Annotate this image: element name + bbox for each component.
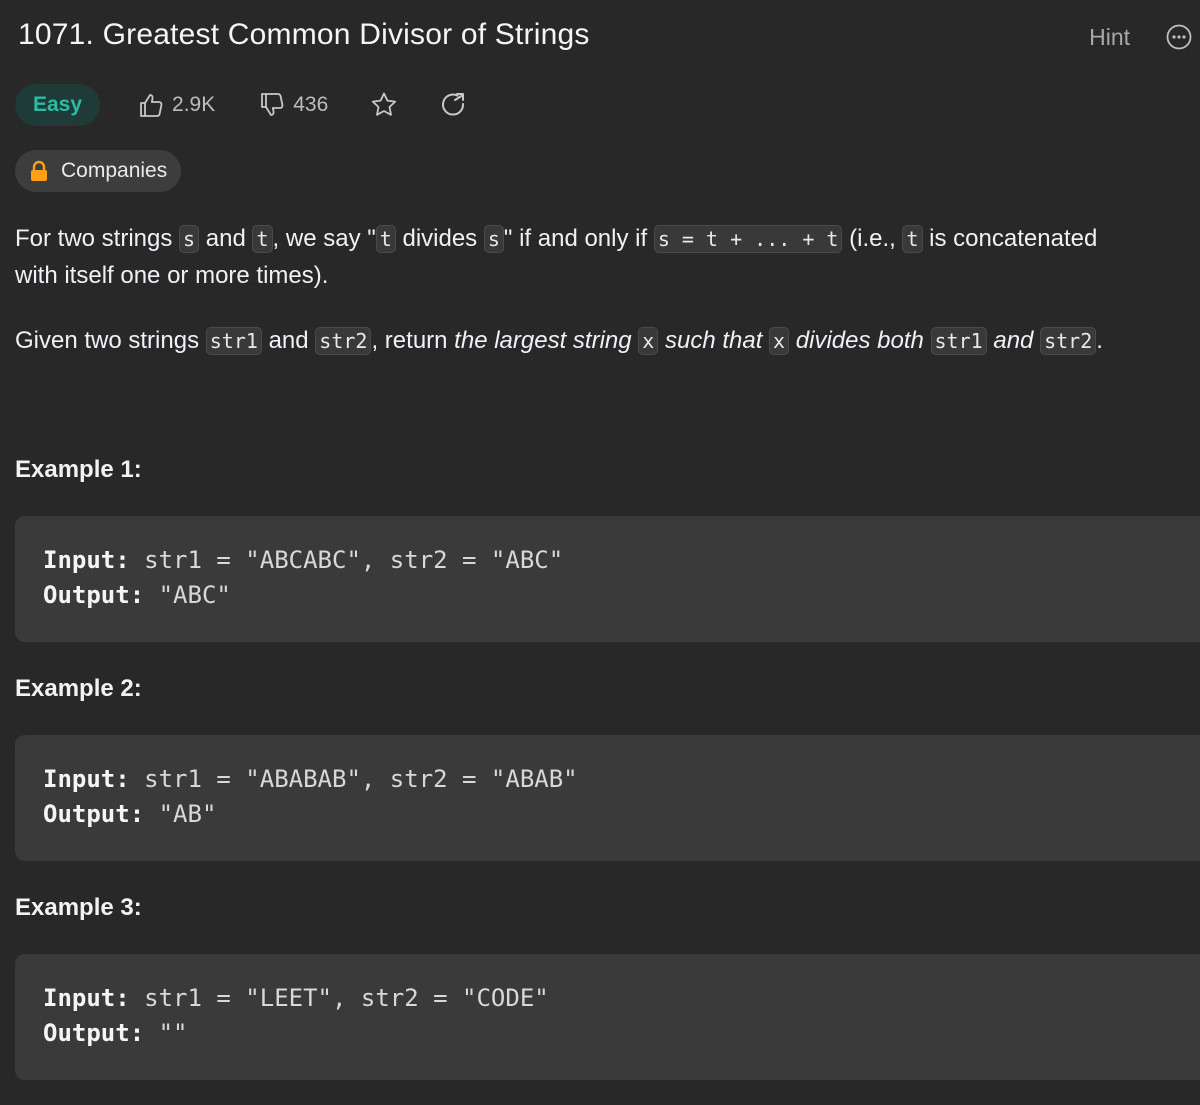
inline-code: str2 [1040,327,1097,355]
description-paragraph-2: Given two strings str1 and str2, return … [15,323,1103,359]
text: (i.e., [842,225,903,252]
text: , return [371,327,455,354]
inline-code: s [483,225,504,253]
emphasis-text: the largest string [454,327,639,354]
text: and [261,327,316,354]
text: For two strings [15,225,180,252]
emphasis-text: and [986,327,1041,354]
description-paragraph-1: For two strings s and t, we say " t divid… [15,221,1097,257]
text: divides [395,225,484,252]
companies-button[interactable]: Companies [15,150,182,192]
example-2-title: Example 2: [15,675,142,702]
thumbs-down-icon [261,93,284,116]
example-1-input: Input: str1 = "ABCABC", str2 = "ABC" [43,546,563,574]
meta-row: Easy 2.9K 436 [15,84,468,126]
input-label: Input: [43,984,130,1012]
share-icon [442,93,465,116]
output-label: Output: [43,1019,145,1047]
hint-button[interactable]: Hint [1089,24,1130,51]
inline-code: t [902,225,923,253]
output-label: Output: [43,581,145,609]
emphasis-text: divides both [789,327,931,354]
more-icon[interactable] [1166,24,1192,50]
output-value: "" [144,1019,188,1047]
text: is concatenated [922,225,1098,252]
inline-code: x [638,327,659,355]
output-value: "ABC" [144,581,231,609]
example-3-output: Output: "" [43,1019,188,1047]
star-icon [372,92,397,116]
inline-code: x [769,327,790,355]
text: " if and only if [503,225,654,252]
example-3-box: Input: str1 = "LEET", str2 = "CODE" Outp… [15,954,1200,1080]
text: and [199,225,253,252]
example-1-output: Output: "ABC" [43,581,231,609]
input-label: Input: [43,765,130,793]
dislike-button[interactable]: 436 [259,92,328,118]
share-button[interactable] [440,91,468,119]
emphasis-text: such that [658,327,770,354]
input-value: str1 = "ABCABC", str2 = "ABC" [129,546,564,574]
inline-code: t [252,225,273,253]
problem-description-panel: 1071. Greatest Common Divisor of Strings… [0,0,1200,1105]
inline-code: s = t + ... + t [653,225,843,253]
inline-code: t [375,225,396,253]
example-2-output: Output: "AB" [43,800,216,828]
output-value: "AB" [144,800,217,828]
text: Given two strings [15,327,206,354]
favorite-button[interactable] [370,91,398,119]
problem-title[interactable]: 1071. Greatest Common Divisor of Strings [18,18,590,52]
companies-label: Companies [61,159,168,182]
inline-code: str2 [315,327,372,355]
inline-code: str1 [930,327,987,355]
inline-code: s [179,225,200,253]
example-3-input: Input: str1 = "LEET", str2 = "CODE" [43,984,549,1012]
example-1-box: Input: str1 = "ABCABC", str2 = "ABC" Out… [15,516,1200,642]
thumbs-up-icon [140,94,163,117]
example-1-title: Example 1: [15,456,142,483]
difficulty-badge: Easy [15,84,101,126]
text: , we say " [272,225,376,252]
example-2-box: Input: str1 = "ABABAB", str2 = "ABAB" Ou… [15,735,1200,861]
like-button[interactable]: 2.9K [138,92,215,118]
input-label: Input: [43,546,130,574]
input-value: str1 = "ABABAB", str2 = "ABAB" [129,765,578,793]
inline-code: str1 [205,327,262,355]
example-3-title: Example 3: [15,894,142,921]
lock-icon [31,160,47,181]
example-2-input: Input: str1 = "ABABAB", str2 = "ABAB" [43,765,578,793]
description-paragraph-1-continued: with itself one or more times). [15,262,329,289]
dislike-count: 436 [293,93,329,116]
input-value: str1 = "LEET", str2 = "CODE" [129,984,549,1012]
text: . [1096,327,1103,354]
output-label: Output: [43,800,145,828]
like-count: 2.9K [172,93,216,116]
